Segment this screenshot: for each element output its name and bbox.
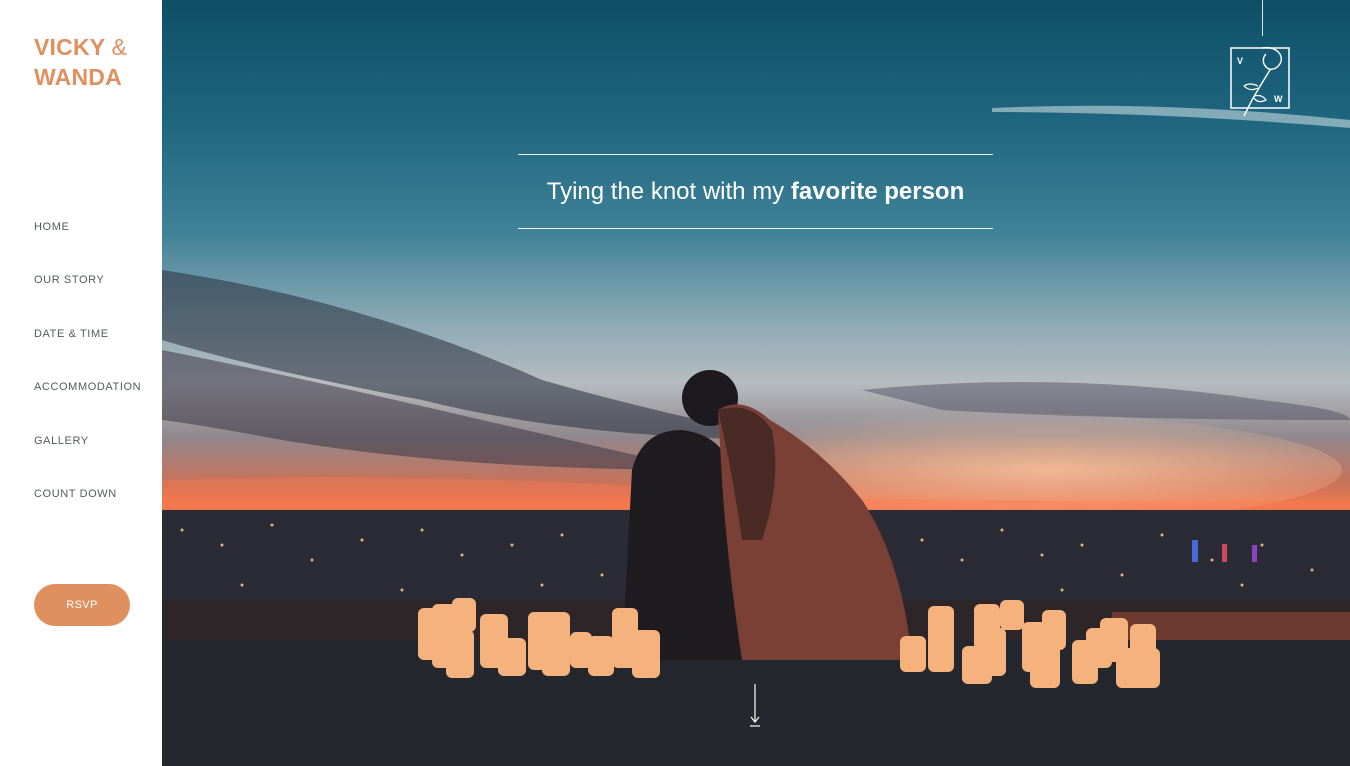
- brand-ampersand: &: [111, 34, 128, 60]
- main-nav: HOME OUR STORY DATE & TIME ACCOMMODATION…: [34, 220, 141, 540]
- tagline-top-rule: [518, 154, 993, 155]
- nav-item-date-time[interactable]: DATE & TIME: [34, 327, 141, 380]
- nav-item-our-story[interactable]: OUR STORY: [34, 273, 141, 326]
- tagline-regular: Tying the knot with my: [546, 178, 791, 205]
- rose-monogram-icon[interactable]: V W: [1230, 46, 1292, 118]
- logo-hanger-line: [1262, 0, 1263, 36]
- hero-section: V W Tying the knot with my favorite pers…: [162, 0, 1350, 766]
- tagline-bottom-rule: [518, 228, 993, 229]
- tagline-bold: favorite person: [790, 178, 965, 205]
- brand-name-2: WANDA: [34, 64, 122, 90]
- brand-logo[interactable]: VICKY & WANDA: [34, 32, 127, 92]
- nav-item-gallery[interactable]: GALLERY: [34, 434, 141, 487]
- nav-item-accommodation[interactable]: ACCOMMODATION: [34, 380, 141, 433]
- arrow-down-icon[interactable]: [746, 684, 764, 730]
- hero-tagline: Tying the knot with my favorite person: [518, 174, 993, 210]
- monogram-right: W: [1274, 94, 1283, 104]
- nav-item-count-down[interactable]: COUNT DOWN: [34, 487, 141, 540]
- rsvp-button[interactable]: RSVP: [34, 584, 130, 626]
- nav-item-home[interactable]: HOME: [34, 220, 141, 273]
- sidebar: VICKY & WANDA HOME OUR STORY DATE & TIME…: [0, 0, 162, 766]
- hero-photo-scene: [162, 370, 1350, 766]
- brand-name-1: VICKY: [34, 34, 105, 60]
- monogram-left: V: [1237, 56, 1243, 66]
